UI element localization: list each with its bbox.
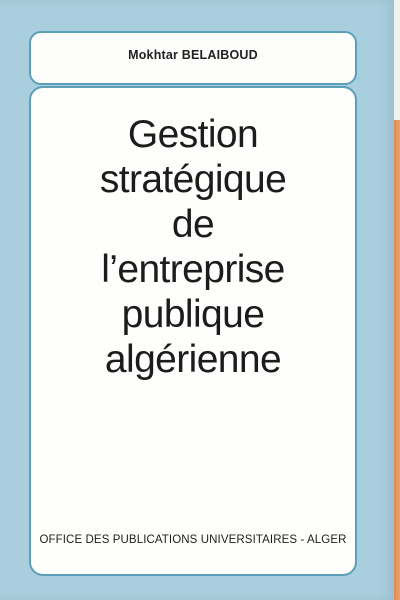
- title-line-2: stratégique: [99, 158, 287, 201]
- author-name: Mokhtar BELAIBOUD: [128, 48, 258, 62]
- title-line-3: de: [171, 203, 215, 246]
- title-line-5: publique: [121, 293, 265, 336]
- author-panel: Mokhtar BELAIBOUD: [29, 31, 357, 85]
- publisher-name: OFFICE DES PUBLICATIONS UNIVERSITAIRES -…: [39, 534, 347, 546]
- book-title: Gestion stratégique de l’entreprise publ…: [31, 112, 355, 382]
- title-line-4: l’entreprise: [101, 248, 285, 291]
- book-cover: Mokhtar BELAIBOUD Gestion stratégique de…: [0, 0, 394, 600]
- title-panel: Gestion stratégique de l’entreprise publ…: [29, 86, 357, 576]
- title-line-1: Gestion: [127, 113, 259, 156]
- title-line-6: algérienne: [104, 338, 282, 381]
